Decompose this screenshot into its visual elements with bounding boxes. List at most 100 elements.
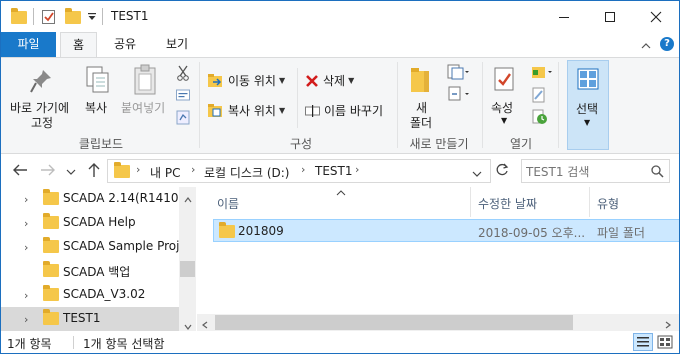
folder-icon [43, 261, 59, 277]
window-title: TEST1 [111, 9, 149, 23]
nav-item-label: SCADA_V3.02 [63, 287, 146, 301]
horizontal-scrollbar[interactable] [197, 314, 679, 331]
address-dropdown-icon[interactable] [472, 167, 482, 181]
ribbon-tabs: 파일 홈 공유 보기 ? [1, 32, 679, 58]
address-bar[interactable]: › 내 PC › 로컬 디스크 (D:) › TEST1 › [107, 159, 491, 183]
tab-view[interactable]: 보기 [156, 32, 198, 57]
breadcrumb-local-disk[interactable]: 로컬 디스크 (D:) [204, 164, 289, 181]
nav-item[interactable]: › SCADA 2.14(R14102 [1, 187, 179, 211]
copy-to-button[interactable]: 복사 위치 ▼ [208, 102, 285, 119]
nav-item[interactable]: SCADA 백업 [1, 259, 179, 283]
search-box[interactable] [521, 159, 670, 183]
explorer-window: TEST1 파일 홈 공유 보기 ? 바로 가기에 고정 복사 붙여넣기 클립보… [0, 0, 680, 354]
select-button[interactable]: 선택 ▼ [567, 60, 609, 150]
minimize-button[interactable] [541, 1, 587, 32]
edit-icon[interactable] [532, 87, 546, 106]
up-arrow-icon[interactable] [87, 162, 101, 181]
expand-chevron-icon[interactable]: › [24, 241, 28, 254]
refresh-icon[interactable] [495, 163, 509, 180]
navigation-pane: › SCADA 2.14(R14102 › SCADA Help › SCADA… [1, 187, 197, 331]
new-folder-quick-icon[interactable] [65, 7, 81, 26]
forward-arrow-icon[interactable] [40, 163, 56, 180]
sort-ascending-icon [336, 185, 346, 199]
history-icon[interactable] [532, 109, 548, 128]
nav-item-selected[interactable]: › TEST1 [1, 307, 179, 331]
help-icon[interactable]: ? [660, 37, 674, 51]
rename-label: 이름 바꾸기 [324, 104, 384, 118]
column-date[interactable]: 수정한 날짜 [478, 195, 537, 212]
scroll-left-icon[interactable] [202, 318, 208, 332]
properties-icon [494, 67, 516, 96]
copy-button[interactable]: 복사 [85, 99, 107, 116]
close-button[interactable] [633, 1, 679, 32]
nav-scrollbar[interactable] [179, 187, 196, 331]
copy-icon [85, 65, 111, 98]
folder-icon [11, 7, 27, 26]
search-input[interactable] [526, 163, 646, 180]
open-group-label: 열기 [509, 137, 533, 151]
expand-chevron-icon[interactable]: › [24, 217, 28, 230]
folder-icon [43, 309, 59, 325]
paste-button[interactable]: 붙여넣기 [121, 99, 165, 116]
divider [73, 336, 74, 349]
tab-share[interactable]: 공유 [105, 32, 145, 57]
breadcrumb-separator-icon: › [355, 163, 360, 176]
tab-home[interactable]: 홈 [60, 32, 97, 58]
delete-button[interactable]: 삭제 ▼ [305, 72, 354, 89]
nav-item[interactable]: › SCADA_V3.02 [1, 283, 179, 307]
column-divider[interactable] [470, 187, 471, 217]
back-arrow-icon[interactable] [12, 163, 28, 180]
paste-shortcut-icon[interactable] [176, 109, 190, 128]
scroll-thumb[interactable] [180, 261, 195, 277]
column-name[interactable]: 이름 [217, 195, 239, 212]
rename-button[interactable]: 이름 바꾸기 [305, 102, 383, 119]
copy-path-icon[interactable] [176, 88, 190, 105]
pin-button-label-2[interactable]: 고정 [31, 114, 53, 131]
new-folder-button-2[interactable]: 폴더 [410, 114, 432, 131]
file-row[interactable]: 201809 2018-09-05 오후... 파일 폴더 [213, 219, 679, 242]
new-item-icon[interactable] [447, 64, 469, 83]
move-to-label: 이동 위치 [228, 74, 276, 88]
breadcrumb-test1[interactable]: TEST1 [315, 164, 353, 178]
scroll-right-icon[interactable] [665, 318, 671, 332]
nav-item[interactable]: › SCADA Help [1, 211, 179, 235]
easy-access-icon[interactable] [447, 86, 469, 105]
divider [33, 8, 34, 25]
customize-quick-access-icon[interactable] [87, 8, 97, 26]
large-icons-view-icon[interactable] [656, 334, 674, 350]
copy-to-label: 복사 위치 [228, 104, 276, 118]
nav-item[interactable]: › SCADA Sample Proje [1, 235, 179, 259]
column-divider[interactable] [589, 187, 590, 217]
title-bar: TEST1 [1, 1, 679, 32]
breadcrumb-this-pc[interactable]: 내 PC [150, 164, 180, 181]
scroll-thumb[interactable] [215, 315, 573, 330]
expand-chevron-icon[interactable]: › [24, 313, 28, 326]
nav-item-label: SCADA Sample Proje [63, 239, 179, 253]
folder-icon [43, 213, 59, 229]
clipboard-group-label: 클립보드 [78, 137, 124, 151]
collapse-ribbon-icon[interactable] [641, 39, 651, 53]
expand-chevron-icon[interactable]: › [24, 289, 28, 302]
folder-icon [114, 162, 130, 178]
expand-chevron-icon[interactable]: › [24, 193, 28, 206]
properties-button[interactable]: 속성 [491, 99, 513, 116]
tab-file[interactable]: 파일 [1, 32, 56, 57]
folder-icon [43, 285, 59, 301]
column-type[interactable]: 유형 [597, 195, 619, 212]
folder-icon [43, 237, 59, 253]
move-to-button[interactable]: 이동 위치 ▼ [208, 72, 285, 89]
properties-quick-icon[interactable] [41, 8, 57, 26]
scroll-up-icon[interactable] [184, 192, 192, 206]
properties-dropdown-icon[interactable]: ▼ [501, 116, 507, 125]
file-date: 2018-09-05 오후... [478, 226, 586, 240]
open-icon[interactable] [531, 64, 553, 83]
maximize-button[interactable] [587, 1, 633, 32]
details-view-icon[interactable] [633, 333, 653, 351]
select-label: 선택 [576, 102, 599, 116]
cut-icon[interactable] [176, 65, 190, 84]
search-icon[interactable] [651, 165, 664, 181]
folder-icon [43, 189, 59, 205]
recent-locations-icon[interactable] [66, 165, 76, 179]
select-dropdown-icon: ▼ [584, 118, 591, 127]
column-headers: 이름 수정한 날짜 유형 [197, 187, 679, 217]
